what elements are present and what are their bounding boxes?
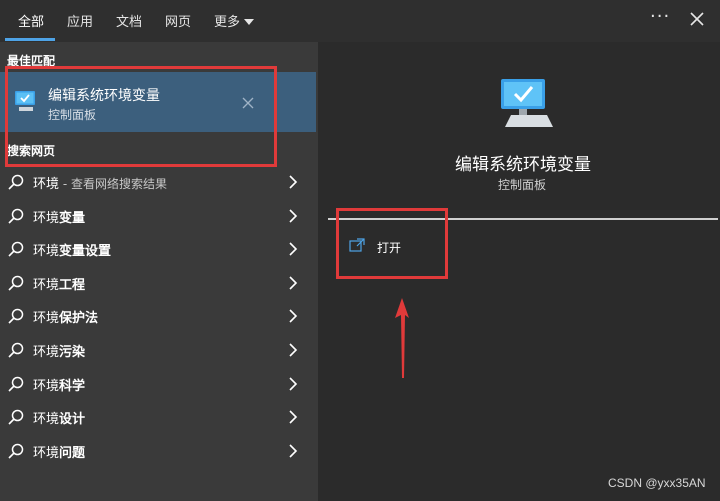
search-result-item[interactable]: 环境设计 <box>0 400 316 434</box>
search-result-label: 环境变量设置 <box>33 240 111 259</box>
highlight-box-best-match <box>5 66 277 167</box>
search-result-label: 环境工程 <box>33 274 85 293</box>
search-result-item[interactable]: 环境工程 <box>0 266 316 300</box>
chevron-right-icon[interactable] <box>288 377 298 391</box>
chevron-right-icon[interactable] <box>288 175 298 189</box>
tab-more[interactable]: 更多 <box>214 11 255 30</box>
result-suggestion: 问题 <box>59 445 86 461</box>
chevron-right-icon[interactable] <box>288 444 298 458</box>
monitor-check-icon <box>501 79 553 127</box>
search-icon <box>8 443 24 459</box>
tab-more-label: 更多 <box>214 15 241 30</box>
result-prefix: 环境 <box>33 177 60 192</box>
chevron-right-icon[interactable] <box>288 242 298 256</box>
search-icon <box>8 342 24 358</box>
search-result-label: 环境保护法 <box>33 307 98 326</box>
result-suggestion: 保护法 <box>59 311 99 327</box>
search-result-label: 环境问题 <box>33 442 85 461</box>
search-icon <box>8 376 24 392</box>
search-result-label: 环境变量 <box>33 207 85 226</box>
close-icon[interactable] <box>686 8 708 30</box>
search-icon <box>8 208 24 224</box>
result-prefix: 环境 <box>33 277 60 293</box>
search-result-item[interactable]: 环境 - 查看网络搜索结果 <box>0 165 316 199</box>
tab-documents[interactable]: 文档 <box>116 11 142 30</box>
chevron-right-icon[interactable] <box>288 343 298 357</box>
active-tab-indicator <box>5 38 55 41</box>
search-icon <box>8 241 24 257</box>
result-prefix: 环境 <box>33 445 60 461</box>
search-icon <box>8 174 24 190</box>
result-prefix: 环境 <box>33 412 60 428</box>
result-suggestion: 污染 <box>59 345 86 360</box>
search-result-label: 环境污染 <box>33 341 85 360</box>
result-suggestion: 变量 <box>59 210 86 226</box>
search-result-item[interactable]: 环境变量设置 <box>0 232 316 266</box>
search-result-item[interactable]: 环境科学 <box>0 367 316 401</box>
watermark: CSDN @yxx35AN <box>608 476 706 490</box>
result-prefix: 环境 <box>33 345 60 360</box>
search-result-label: 环境设计 <box>33 408 85 427</box>
search-icon <box>8 275 24 291</box>
result-suggestion: 工程 <box>59 277 86 293</box>
chevron-right-icon[interactable] <box>288 276 298 290</box>
result-hint: - 查看网络搜索结果 <box>59 177 167 191</box>
top-bar: 全部 应用 文档 网页 更多 ··· <box>0 0 720 42</box>
result-prefix: 环境 <box>33 210 60 226</box>
result-prefix: 环境 <box>33 311 60 327</box>
preview-title: 编辑系统环境变量 <box>455 155 591 175</box>
chevron-down-icon <box>244 18 255 25</box>
tab-web[interactable]: 网页 <box>165 11 191 30</box>
result-prefix: 环境 <box>33 378 60 394</box>
arrow-annotation-icon <box>395 298 409 378</box>
tab-all[interactable]: 全部 <box>18 11 44 30</box>
result-suggestion: 设计 <box>59 412 86 428</box>
chevron-right-icon[interactable] <box>288 309 298 323</box>
search-icon <box>8 409 24 425</box>
search-result-item[interactable]: 环境污染 <box>0 333 316 367</box>
search-result-item[interactable]: 环境问题 <box>0 434 316 468</box>
search-result-item[interactable]: 环境变量 <box>0 199 316 233</box>
chevron-right-icon[interactable] <box>288 209 298 223</box>
more-options-icon[interactable]: ··· <box>650 6 670 27</box>
highlight-box-open <box>336 208 448 279</box>
preview-subtitle: 控制面板 <box>498 178 547 192</box>
result-suggestion: 变量设置 <box>59 244 112 260</box>
tab-apps[interactable]: 应用 <box>67 11 93 30</box>
result-prefix: 环境 <box>33 244 60 260</box>
chevron-right-icon[interactable] <box>288 410 298 424</box>
search-result-item[interactable]: 环境保护法 <box>0 299 316 333</box>
search-icon <box>8 309 24 324</box>
search-result-label: 环境科学 <box>33 375 85 394</box>
result-suggestion: 科学 <box>59 378 86 394</box>
search-result-label: 环境 - 查看网络搜索结果 <box>33 173 167 192</box>
